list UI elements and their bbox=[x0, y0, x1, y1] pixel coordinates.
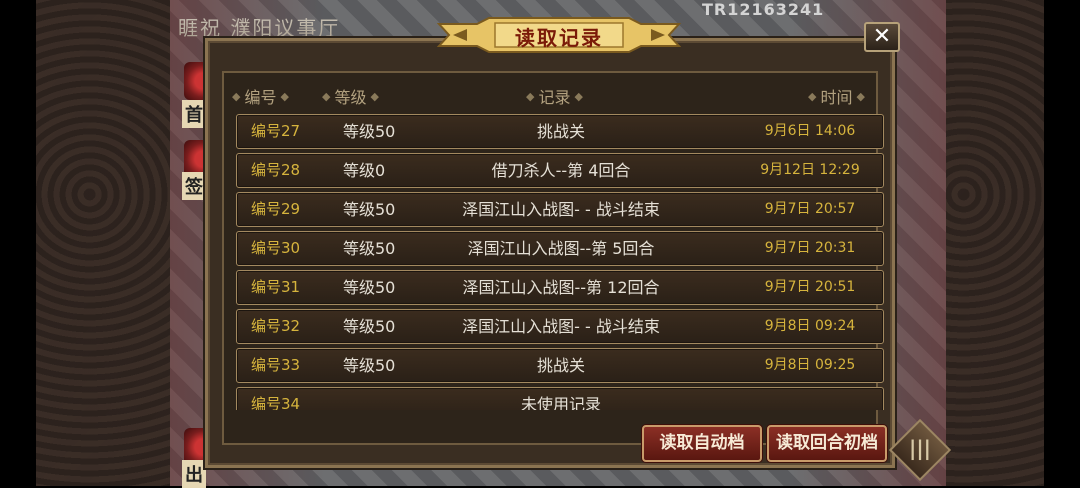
record-no: 编号34 bbox=[251, 395, 301, 410]
record-row[interactable]: 编号32 等级50 泽国江山入战图- - 战斗结束 9月8日 09:24 bbox=[236, 309, 884, 344]
record-no: 编号33 bbox=[251, 356, 301, 374]
record-text: 泽国江山入战图- - 战斗结束 bbox=[462, 200, 660, 219]
ornament-icon: ◆ bbox=[808, 89, 817, 103]
record-time: 9月12日 12:29 bbox=[760, 162, 860, 178]
record-time: 9月7日 20:51 bbox=[764, 279, 856, 295]
record-row[interactable]: 编号27 等级50 挑战关 9月6日 14:06 bbox=[236, 114, 884, 149]
record-text: 挑战关 bbox=[536, 122, 585, 141]
dialog-title-banner: 读取记录 bbox=[437, 16, 681, 54]
header-record: ◆ 记录 ◆ bbox=[526, 84, 583, 108]
header-record-label: 记录 bbox=[538, 88, 571, 107]
record-text: 泽国江山入战图--第 12回合 bbox=[462, 278, 660, 297]
record-level: 等级0 bbox=[343, 161, 386, 180]
record-time: 9月6日 14:06 bbox=[764, 123, 856, 139]
record-time: 9月7日 20:31 bbox=[764, 240, 856, 256]
record-level: 等级50 bbox=[343, 122, 396, 141]
ornament-icon: ◆ bbox=[526, 89, 535, 103]
left-ornament bbox=[36, 0, 170, 486]
record-no: 编号28 bbox=[251, 161, 301, 179]
record-row[interactable]: 编号31 等级50 泽国江山入战图--第 12回合 9月7日 20:51 bbox=[236, 270, 884, 305]
side-label-exit[interactable]: 出 bbox=[182, 460, 206, 488]
record-no: 编号29 bbox=[251, 200, 301, 218]
player-code-label: TR12163241 bbox=[702, 0, 825, 19]
record-level: 等级50 bbox=[343, 356, 396, 375]
record-time: 9月7日 20:57 bbox=[764, 201, 856, 217]
table-header: ◆ 编号 ◆ ◆ 等级 ◆ ◆ 记录 ◆ ◆ 时间 ◆ bbox=[230, 84, 890, 108]
record-level: 等级50 bbox=[343, 239, 396, 258]
record-text: 未使用记录 bbox=[520, 395, 601, 410]
record-no: 编号30 bbox=[251, 239, 301, 257]
record-no: 编号32 bbox=[251, 317, 301, 335]
record-time: 9月8日 09:24 bbox=[764, 318, 856, 334]
close-button[interactable]: ✕ bbox=[864, 22, 900, 52]
ornament-icon: ◆ bbox=[280, 89, 289, 103]
header-no: ◆ 编号 ◆ bbox=[232, 84, 289, 108]
menu-lines-icon: ||| bbox=[909, 436, 931, 460]
record-text: 泽国江山入战图--第 5回合 bbox=[467, 239, 655, 258]
record-level: 等级50 bbox=[343, 278, 396, 297]
header-no-label: 编号 bbox=[244, 88, 277, 107]
load-round-start-button[interactable]: 读取回合初档 bbox=[767, 425, 887, 462]
ornament-icon: ◆ bbox=[856, 89, 865, 103]
record-list[interactable]: 编号27 等级50 挑战关 9月6日 14:06 编号28 等级0 借刀杀人--… bbox=[236, 114, 884, 410]
header-level: ◆ 等级 ◆ bbox=[322, 84, 379, 108]
dialog-title: 读取记录 bbox=[515, 26, 603, 50]
record-time: 9月8日 09:25 bbox=[764, 357, 856, 373]
record-level: 等级50 bbox=[343, 317, 396, 336]
ornament-icon: ◆ bbox=[322, 89, 331, 103]
record-row[interactable]: 编号33 等级50 挑战关 9月8日 09:25 bbox=[236, 348, 884, 383]
record-no: 编号31 bbox=[251, 278, 301, 296]
load-auto-save-button[interactable]: 读取自动档 bbox=[642, 425, 762, 462]
close-icon: ✕ bbox=[872, 24, 892, 49]
record-row[interactable]: 编号30 等级50 泽国江山入战图--第 5回合 9月7日 20:31 bbox=[236, 231, 884, 266]
header-level-label: 等级 bbox=[334, 88, 367, 107]
record-row[interactable]: 编号29 等级50 泽国江山入战图- - 战斗结束 9月7日 20:57 bbox=[236, 192, 884, 227]
record-text: 借刀杀人--第 4回合 bbox=[491, 161, 631, 180]
ornament-icon: ◆ bbox=[232, 89, 241, 103]
record-no: 编号27 bbox=[251, 122, 301, 140]
record-text: 挑战关 bbox=[536, 356, 585, 375]
record-level: 等级50 bbox=[343, 200, 396, 219]
ornament-icon: ◆ bbox=[370, 89, 379, 103]
header-time-label: 时间 bbox=[820, 88, 853, 107]
record-row[interactable]: 编号34 未使用记录 bbox=[236, 387, 884, 410]
header-time: ◆ 时间 ◆ bbox=[808, 84, 865, 108]
record-row[interactable]: 编号28 等级0 借刀杀人--第 4回合 9月12日 12:29 bbox=[236, 153, 884, 188]
record-text: 泽国江山入战图- - 战斗结束 bbox=[462, 317, 660, 336]
ornament-icon: ◆ bbox=[574, 89, 583, 103]
